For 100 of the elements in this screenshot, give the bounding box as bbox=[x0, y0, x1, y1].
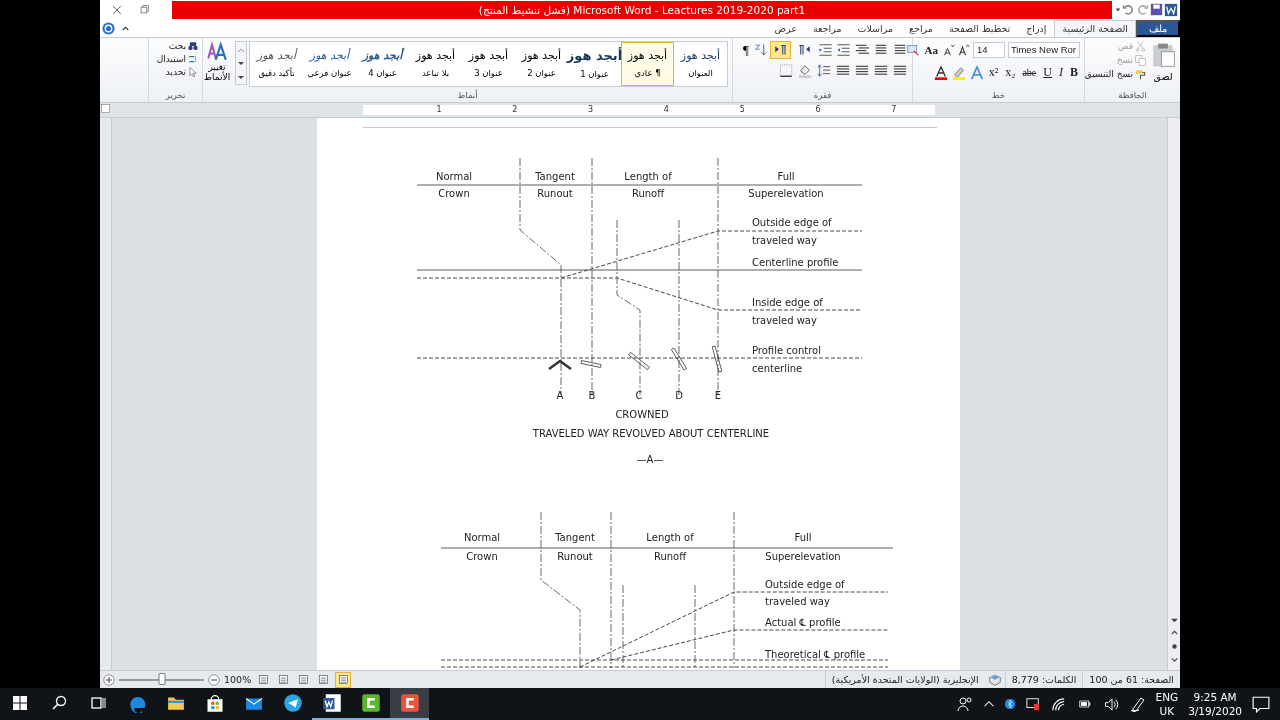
bullet-list-icon[interactable] bbox=[892, 42, 908, 57]
c-shape-icon[interactable] bbox=[399, 693, 420, 713]
wifi-icon[interactable] bbox=[1050, 696, 1066, 712]
format-button[interactable]: I bbox=[1057, 63, 1065, 82]
keyboard-region[interactable]: UK bbox=[1159, 704, 1175, 718]
page-view-icon bbox=[297, 674, 309, 686]
format-button[interactable]: x₂ bbox=[1003, 63, 1018, 82]
diagram-caption: CROWNED bbox=[615, 409, 669, 421]
multilevel-list-icon[interactable] bbox=[854, 42, 870, 57]
c-shape-icon[interactable] bbox=[360, 693, 381, 713]
diagram-label: Length of bbox=[646, 532, 694, 544]
align-center-icon[interactable] bbox=[873, 63, 889, 78]
zoom-out-icon[interactable] bbox=[208, 673, 220, 686]
document-w-icon[interactable] bbox=[1163, 2, 1178, 17]
ribbon-tab[interactable]: تخطيط الصفحة bbox=[940, 19, 1019, 37]
sort-icon[interactable] bbox=[754, 42, 767, 57]
diagram-label: Outside edge of bbox=[765, 579, 845, 591]
editing-button[interactable]: تحديد bbox=[156, 66, 198, 77]
ruler-number: 6 bbox=[815, 104, 821, 114]
justify-icon[interactable] bbox=[835, 63, 851, 78]
monitor-alert-icon[interactable] bbox=[1024, 697, 1041, 711]
font-size-field[interactable]: 14 bbox=[973, 41, 1005, 58]
ruler-toggle-icon[interactable] bbox=[100, 102, 111, 114]
paste-button[interactable]: لصق bbox=[1150, 40, 1176, 82]
diagram-label: Tangent bbox=[535, 171, 575, 183]
clock-date[interactable]: 3/19/2020 bbox=[1188, 704, 1242, 718]
document-w-icon[interactable] bbox=[321, 693, 342, 713]
decrease-indent-icon[interactable] bbox=[836, 42, 851, 57]
diagram-label: Profile control bbox=[752, 345, 821, 357]
ruler-number: 5 bbox=[739, 104, 745, 114]
taskbar-app[interactable] bbox=[390, 688, 429, 720]
text-direction-button[interactable] bbox=[770, 40, 791, 59]
save-icon[interactable] bbox=[1149, 3, 1163, 17]
diagram-label: traveled way bbox=[752, 235, 817, 247]
restore-icon[interactable] bbox=[140, 5, 149, 15]
close-icon[interactable] bbox=[112, 4, 122, 15]
clock-time[interactable]: 9:25 AM bbox=[1193, 690, 1237, 704]
editing-button[interactable]: بحث bbox=[156, 40, 198, 51]
notification-icon[interactable] bbox=[1252, 695, 1270, 713]
station-label: A bbox=[556, 390, 564, 402]
zoom-slider-thumb[interactable] bbox=[158, 672, 165, 685]
replace-icon bbox=[188, 53, 198, 64]
proofing-book-icon[interactable] bbox=[987, 673, 1002, 686]
vertical-scrollbar[interactable] bbox=[1167, 118, 1180, 671]
windows-logo-icon bbox=[11, 695, 28, 711]
show-marks-button[interactable]: ¶ bbox=[741, 41, 751, 58]
change-case-button[interactable]: Aa bbox=[922, 40, 940, 59]
change-styles-button[interactable]: تغيير الأنماط bbox=[201, 40, 233, 83]
customize-caret-icon[interactable] bbox=[1114, 6, 1121, 13]
help-icon[interactable] bbox=[102, 21, 115, 35]
browse-object-icon[interactable] bbox=[1169, 642, 1179, 652]
editing-button[interactable]: استبدال bbox=[156, 53, 198, 64]
collapse-caret-icon[interactable] bbox=[121, 23, 130, 33]
ruler-number: 7 bbox=[891, 104, 897, 114]
horizontal-ruler[interactable]: 1 2 3 4 5 6 7 bbox=[363, 104, 935, 115]
format-button[interactable]: U bbox=[1041, 63, 1054, 82]
grow-font-icon[interactable] bbox=[958, 43, 970, 56]
view-button[interactable] bbox=[335, 671, 352, 688]
numbered-list-icon[interactable] bbox=[873, 42, 889, 57]
next-page-icon[interactable] bbox=[1169, 655, 1179, 665]
ribbon-tab[interactable]: مراسلات bbox=[849, 19, 902, 37]
diagram-label: Runout bbox=[557, 551, 593, 563]
diagram-label: traveled way bbox=[752, 315, 817, 327]
font-color-icon[interactable] bbox=[933, 65, 948, 80]
ribbon-tab[interactable]: عرض bbox=[766, 19, 805, 37]
diagram-label: centerline bbox=[752, 363, 803, 375]
bluetooth-icon[interactable] bbox=[1004, 696, 1015, 712]
format-button[interactable]: x² bbox=[986, 63, 1001, 82]
borders-icon[interactable] bbox=[779, 63, 794, 78]
increase-indent-icon[interactable] bbox=[818, 42, 833, 57]
scissors-icon bbox=[1135, 40, 1146, 52]
left-arrow-pilcrow-icon bbox=[797, 43, 812, 56]
group-label: تحرير bbox=[164, 89, 187, 102]
clipboard-button[interactable]: نسخ التنسيق bbox=[1084, 68, 1146, 80]
window-title: (فشل تنشيط المنتج) Microsoft Word - Leactures 2019-2020 part1 bbox=[172, 0, 1112, 19]
speaker-icon[interactable] bbox=[1103, 696, 1120, 712]
search-icon bbox=[50, 695, 67, 711]
zoom-level[interactable]: 100% bbox=[224, 674, 252, 686]
ribbon-tab[interactable]: مراجع bbox=[901, 19, 941, 37]
shrink-font-icon[interactable] bbox=[943, 43, 955, 56]
align-right-icon[interactable] bbox=[892, 63, 908, 78]
diagram-label: Length of bbox=[624, 171, 672, 183]
input-language[interactable]: ENG bbox=[1155, 690, 1179, 704]
diagram-label: Crown bbox=[466, 551, 498, 563]
ribbon-tab[interactable]: إدراج bbox=[1018, 19, 1055, 37]
station-label: B bbox=[588, 390, 596, 402]
align-left-icon[interactable] bbox=[854, 63, 870, 78]
pen-icon[interactable] bbox=[1129, 696, 1146, 712]
font-name-field[interactable]: Times New Ror bbox=[1008, 41, 1080, 58]
people-icon[interactable] bbox=[956, 696, 973, 712]
paper-plane-icon[interactable] bbox=[282, 693, 303, 713]
diagram-label: Full bbox=[794, 532, 812, 544]
zoom-in-icon[interactable] bbox=[103, 673, 115, 686]
diagram-label: Superelevation bbox=[748, 188, 824, 200]
ribbon-tab[interactable]: مراجعة bbox=[804, 19, 850, 37]
style-swatch[interactable]: أبجد هوز ¶ عادي bbox=[621, 41, 674, 86]
text-effects-icon[interactable] bbox=[969, 65, 984, 80]
format-button[interactable]: B bbox=[1068, 63, 1080, 82]
line-spacing-icon[interactable] bbox=[816, 63, 832, 78]
format-button[interactable]: abe bbox=[1020, 63, 1039, 82]
